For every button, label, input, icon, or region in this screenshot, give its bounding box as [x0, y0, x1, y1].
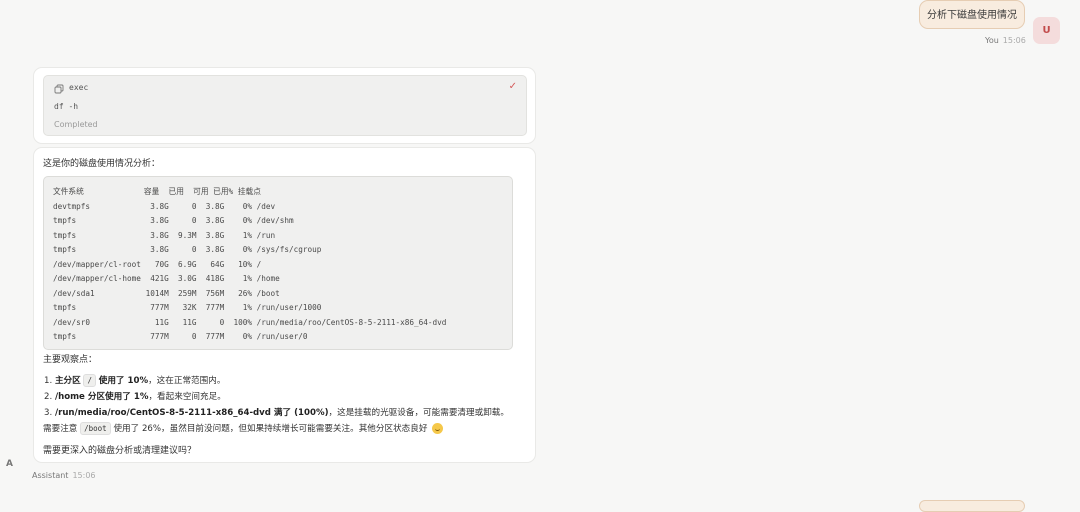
code-line: tmpfs 777M 0 777M 0% /run/user/0 — [53, 332, 308, 341]
code-line: /dev/sda1 1014M 259M 756M 26% /boot — [53, 288, 280, 298]
code-line: devtmpfs 3.8G 0 3.8G 0% /dev — [53, 201, 276, 211]
list-text: ，看起来空间充足。 — [148, 392, 226, 402]
copy-icon — [54, 84, 64, 94]
code-line: /dev/mapper/cl-root 70G 6.9G 64G 10% / — [53, 259, 262, 269]
user-avatar: U — [1033, 17, 1060, 44]
closing-question: 需要更深入的磁盘分析或清理建议吗？ — [43, 446, 197, 456]
tool-status: Completed — [54, 120, 98, 129]
user-message-bubble: 分析下磁盘使用情况 — [919, 0, 1025, 29]
code-line: tmpfs 777M 32K 777M 1% /run/user/1000 — [53, 303, 322, 312]
assistant-timestamp: 15:06 — [72, 471, 96, 480]
list-text: 使用了 26%，虽然目前没问题，但如果持续增长可能需要关注。其他分区状态良好 — [113, 424, 428, 434]
observations-heading: 主要观察点： — [43, 355, 98, 365]
tool-name: exec — [69, 83, 89, 92]
user-avatar-initial: U — [1042, 25, 1051, 36]
inline-code: /boot — [80, 422, 111, 435]
bold-text: /home 分区使用了 1% — [54, 392, 149, 402]
assistant-sender-label: Assistant — [32, 471, 69, 480]
bold-text: 使用了 10% — [98, 376, 149, 386]
next-user-message-bubble — [919, 500, 1025, 512]
user-timestamp: 15:06 — [1002, 36, 1026, 45]
assistant-avatar: A — [6, 459, 13, 469]
list-item: 1. 主分区 / 使用了 10%，这在正常范围内。 — [44, 373, 524, 389]
assistant-reply-card: 这是你的磁盘使用情况分析： 文件系统 容量 已用 可用 已用% 挂载点 devt… — [33, 147, 536, 463]
user-message-meta: You 15:06 — [985, 36, 1026, 45]
bold-text: /run/media/roo/CentOS-8-5-2111-x86_64-dv… — [54, 408, 329, 418]
list-text: ，这在正常范围内。 — [148, 376, 226, 386]
code-line: tmpfs 3.8G 0 3.8G 0% /sys/fs/cgroup — [53, 245, 322, 254]
reply-intro: 这是你的磁盘使用情况分析： — [43, 159, 161, 169]
user-sender-label: You — [985, 36, 999, 45]
df-output-code-block: 文件系统 容量 已用 可用 已用% 挂载点 devtmpfs 3.8G 0 3.… — [43, 176, 513, 350]
smile-emoji-icon — [432, 423, 444, 434]
code-line: tmpfs 3.8G 0 3.8G 0% /dev/shm — [53, 216, 294, 225]
code-line: 文件系统 容量 已用 可用 已用% 挂载点 — [53, 187, 261, 196]
observations-list: 1. 主分区 / 使用了 10%，这在正常范围内。 2. /home 分区使用了… — [43, 373, 524, 437]
inline-code: / — [83, 374, 96, 387]
list-number: 1. — [44, 376, 53, 386]
list-item: 2. /home 分区使用了 1%，看起来空间充足。 — [44, 389, 524, 405]
tool-call-panel[interactable]: exec ✓ df -h Completed — [43, 75, 527, 136]
tool-command: df -h — [54, 102, 79, 111]
code-line: /dev/sr0 11G 11G 0 100% /run/media/roo/C… — [53, 317, 447, 327]
user-message-text: 分析下磁盘使用情况 — [927, 10, 1017, 21]
tool-call-card: exec ✓ df -h Completed — [33, 67, 536, 144]
list-text: 需要注意 — [43, 424, 78, 434]
list-number: 3. — [44, 408, 53, 418]
bold-text: 主分区 — [54, 376, 81, 386]
assistant-message-meta: Assistant 15:06 — [32, 471, 96, 480]
code-line: /dev/mapper/cl-home 421G 3.0G 418G 1% /h… — [53, 274, 280, 283]
code-line: tmpfs 3.8G 9.3M 3.8G 1% /run — [53, 230, 276, 240]
check-icon: ✓ — [508, 81, 517, 92]
list-item-continuation: 需要注意 /boot 使用了 26%，虽然目前没问题，但如果持续增长可能需要关注… — [43, 421, 524, 437]
list-item: 3. /run/media/roo/CentOS-8-5-2111-x86_64… — [44, 405, 524, 421]
list-text: ，这是挂载的光驱设备，可能需要清理或卸载。 — [328, 408, 509, 418]
list-number: 2. — [44, 392, 53, 402]
